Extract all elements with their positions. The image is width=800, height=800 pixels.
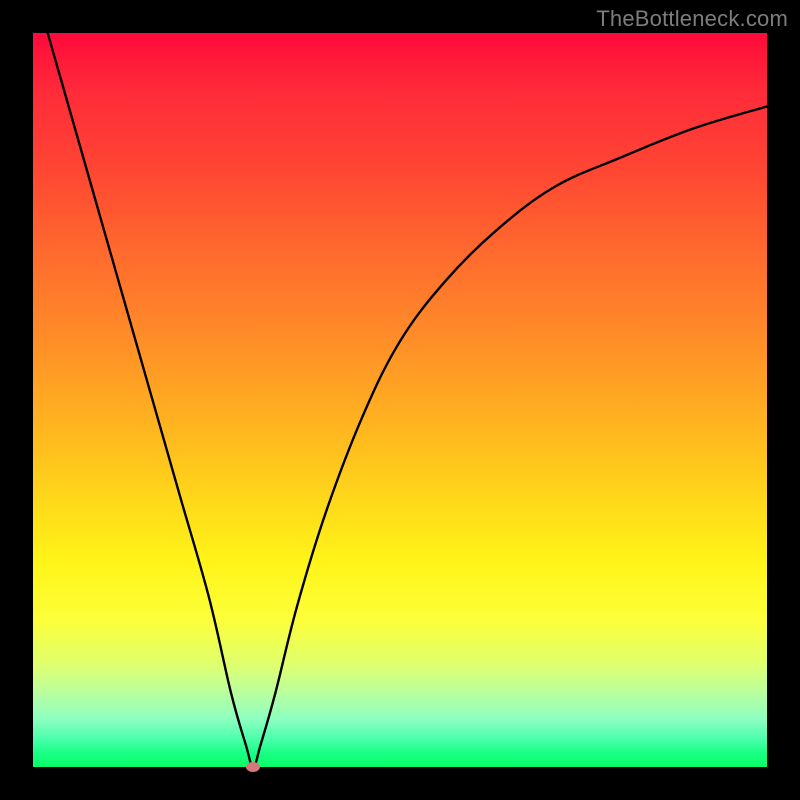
chart-frame: TheBottleneck.com [0,0,800,800]
watermark-text: TheBottleneck.com [596,6,788,32]
chart-plot-area [33,33,767,767]
minimum-marker-dot [246,762,260,772]
bottleneck-curve [33,33,767,767]
